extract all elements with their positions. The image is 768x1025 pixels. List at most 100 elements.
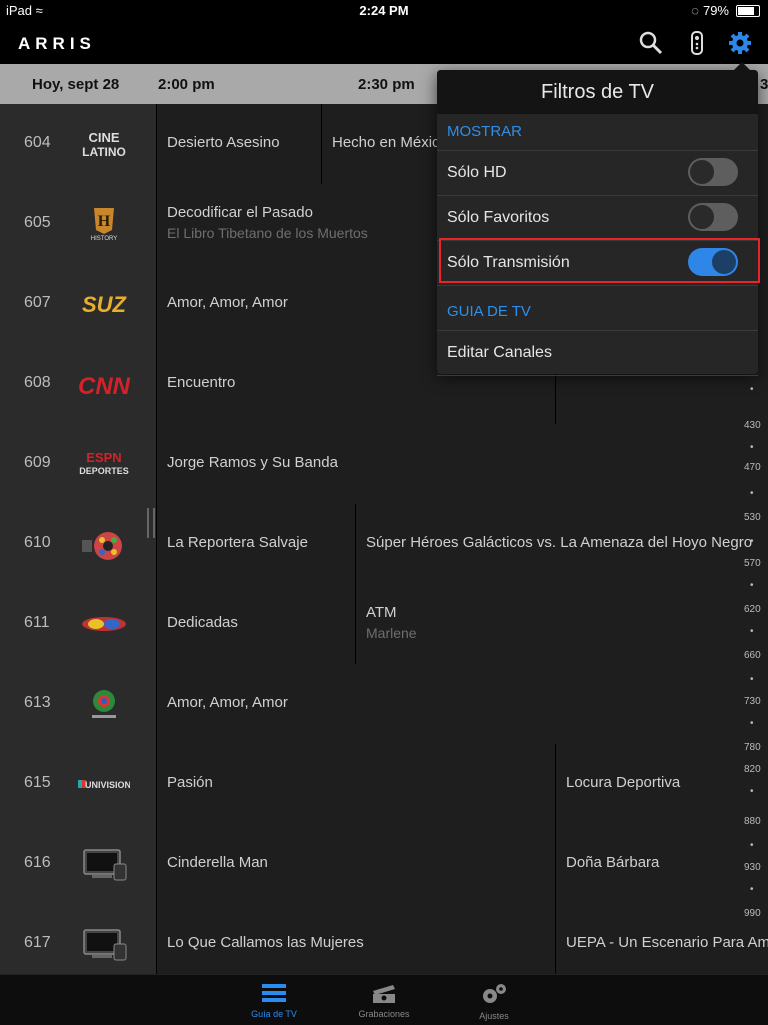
program-cell[interactable]: La Reportera Salvaje [157, 504, 356, 584]
channel-cell[interactable]: 609 ESPN DEPORTES [0, 424, 157, 504]
only-hd-toggle[interactable] [688, 158, 738, 186]
channel-logo-colorful [78, 606, 130, 642]
ruler-label: 880 [744, 816, 761, 827]
channel-cell[interactable]: 607 SUZ [0, 264, 157, 344]
program-cell[interactable]: Dedicadas [157, 584, 356, 664]
ruler-dot: • [750, 536, 754, 547]
tab-settings[interactable]: Ajustes [454, 983, 534, 1021]
channel-number: 611 [24, 614, 50, 631]
filter-label: Sólo HD [447, 164, 507, 181]
channel-number: 615 [24, 774, 51, 791]
ruler-dot: • [750, 488, 754, 499]
program-cell[interactable]: Súper Héroes Galácticos vs. La Amenaza d… [356, 504, 768, 584]
arris-logo: ARRIS [18, 34, 96, 53]
popover-title: Filtros de TV [437, 70, 758, 114]
tab-bar: Guía de TV Grabaciones Ajustes [0, 974, 768, 1025]
channel-cell[interactable]: 611 [0, 584, 157, 664]
filter-only-favorites: Sólo Favoritos [437, 195, 758, 240]
program-cell[interactable]: Locura Deportiva [556, 744, 768, 824]
channel-cell[interactable]: 615 UNIVISION [0, 744, 157, 824]
channel-logo-cine-latino: CINE LATINO [78, 126, 130, 162]
filter-label: Sólo Transmisión [447, 254, 570, 271]
channel-number: 608 [24, 374, 51, 391]
battery-percent: 79% [702, 3, 729, 18]
svg-text:HISTORY: HISTORY [91, 236, 117, 242]
ruler-label: 990 [744, 908, 761, 919]
date-label: Hoy, sept 28 [32, 76, 120, 93]
channel-number: 609 [24, 454, 51, 471]
filter-only-hd: Sólo HD [437, 150, 758, 195]
svg-text:H: H [98, 213, 111, 230]
time-slot: 2:30 pm [358, 76, 415, 93]
only-broadcast-toggle[interactable] [688, 248, 738, 276]
svg-text:UNIVISION: UNIVISION [85, 780, 130, 790]
svg-text:ESPN: ESPN [86, 450, 121, 465]
program-cell[interactable]: Cinderella Man [157, 824, 556, 904]
gear-icon[interactable] [727, 30, 753, 56]
tv-placeholder-icon [78, 846, 130, 882]
svg-text:DEPORTES: DEPORTES [79, 466, 129, 476]
ruler-label: 930 [744, 862, 761, 873]
remote-icon[interactable] [684, 30, 710, 56]
svg-text:CNN: CNN [78, 373, 130, 400]
svg-text:CINE: CINE [88, 130, 119, 145]
channel-row: 613 Amor, Amor, Amor [0, 664, 768, 745]
ruler-dot: • [750, 884, 754, 895]
settings-gears-icon [483, 984, 506, 1003]
channel-logo-globe [78, 686, 130, 722]
channel-logo-espn-deportes: ESPN DEPORTES [78, 446, 130, 482]
channel-logo-univision: UNIVISION [78, 766, 130, 802]
time-slot: 2:00 pm [158, 76, 215, 93]
ruler-dot: • [750, 786, 754, 797]
channel-number: 613 [24, 694, 51, 711]
channel-logo-film-reel [78, 526, 130, 562]
program-cell[interactable]: Desierto Asesino [157, 104, 322, 184]
only-favorites-toggle[interactable] [688, 203, 738, 231]
time-slot: 3 [760, 76, 768, 93]
channel-row: 609 ESPN DEPORTES Jorge Ramos y Su Banda [0, 424, 768, 505]
guide-grid-icon [262, 984, 286, 1002]
channel-cell[interactable]: 608 CNN [0, 344, 157, 424]
program-cell[interactable]: UEPA - Un Escenario Para Amar [556, 904, 768, 984]
ruler-label: 620 [744, 604, 761, 615]
ruler-label: 530 [744, 512, 761, 523]
svg-text:LATINO: LATINO [82, 145, 126, 159]
ruler-dot: • [750, 674, 754, 685]
program-cell[interactable]: Doña Bárbara [556, 824, 768, 904]
tab-recordings[interactable]: Grabaciones [344, 983, 424, 1019]
program-cell[interactable]: Jorge Ramos y Su Banda [157, 424, 768, 504]
channel-cell[interactable]: 604 CINE LATINO [0, 104, 157, 184]
channel-cell[interactable]: 617 [0, 904, 157, 984]
ruler-dot: • [750, 442, 754, 453]
channel-row: 615 UNIVISION Pasión Locura Deportiva [0, 744, 768, 825]
svg-text:SUZ: SUZ [82, 292, 128, 317]
ruler-label: 430 [744, 420, 761, 431]
channel-cell[interactable]: 613 [0, 664, 157, 744]
status-bar: iPad ≈ 2:24 PM ◌ 79% [0, 0, 768, 22]
edit-channels-button[interactable]: Editar Canales [437, 330, 758, 376]
channel-logo-history: H HISTORY [78, 206, 130, 242]
program-cell[interactable]: Amor, Amor, Amor [157, 664, 768, 744]
ruler-dot: • [750, 840, 754, 851]
tv-filters-popover: Filtros de TV MOSTRAR Sólo HD Sólo Favor… [437, 62, 758, 376]
channel-logo-suz: SUZ [78, 286, 130, 322]
channel-cell[interactable]: 605 H HISTORY [0, 184, 157, 264]
program-cell[interactable]: Lo Que Callamos las Mujeres [157, 904, 556, 984]
channel-number: 610 [24, 534, 51, 551]
ruler-dot: • [750, 580, 754, 591]
battery-icon [736, 4, 760, 17]
program-cell[interactable]: Pasión [157, 744, 556, 824]
ruler-dot: • [750, 718, 754, 729]
tab-tv-guide[interactable]: Guía de TV [234, 983, 314, 1019]
recordings-icon [373, 985, 395, 1003]
channel-number: 616 [24, 854, 51, 871]
resize-handle[interactable] [147, 508, 155, 538]
channel-logo-cnn: CNN [78, 366, 130, 402]
channel-number: 604 [24, 134, 51, 151]
channel-cell[interactable]: 616 [0, 824, 157, 904]
channel-cell[interactable]: 610 [0, 504, 157, 584]
ruler-label: 470 [744, 462, 761, 473]
ruler-label: 780 [744, 742, 761, 753]
search-icon[interactable] [638, 30, 664, 56]
program-cell[interactable]: ATM Marlene [356, 584, 768, 664]
